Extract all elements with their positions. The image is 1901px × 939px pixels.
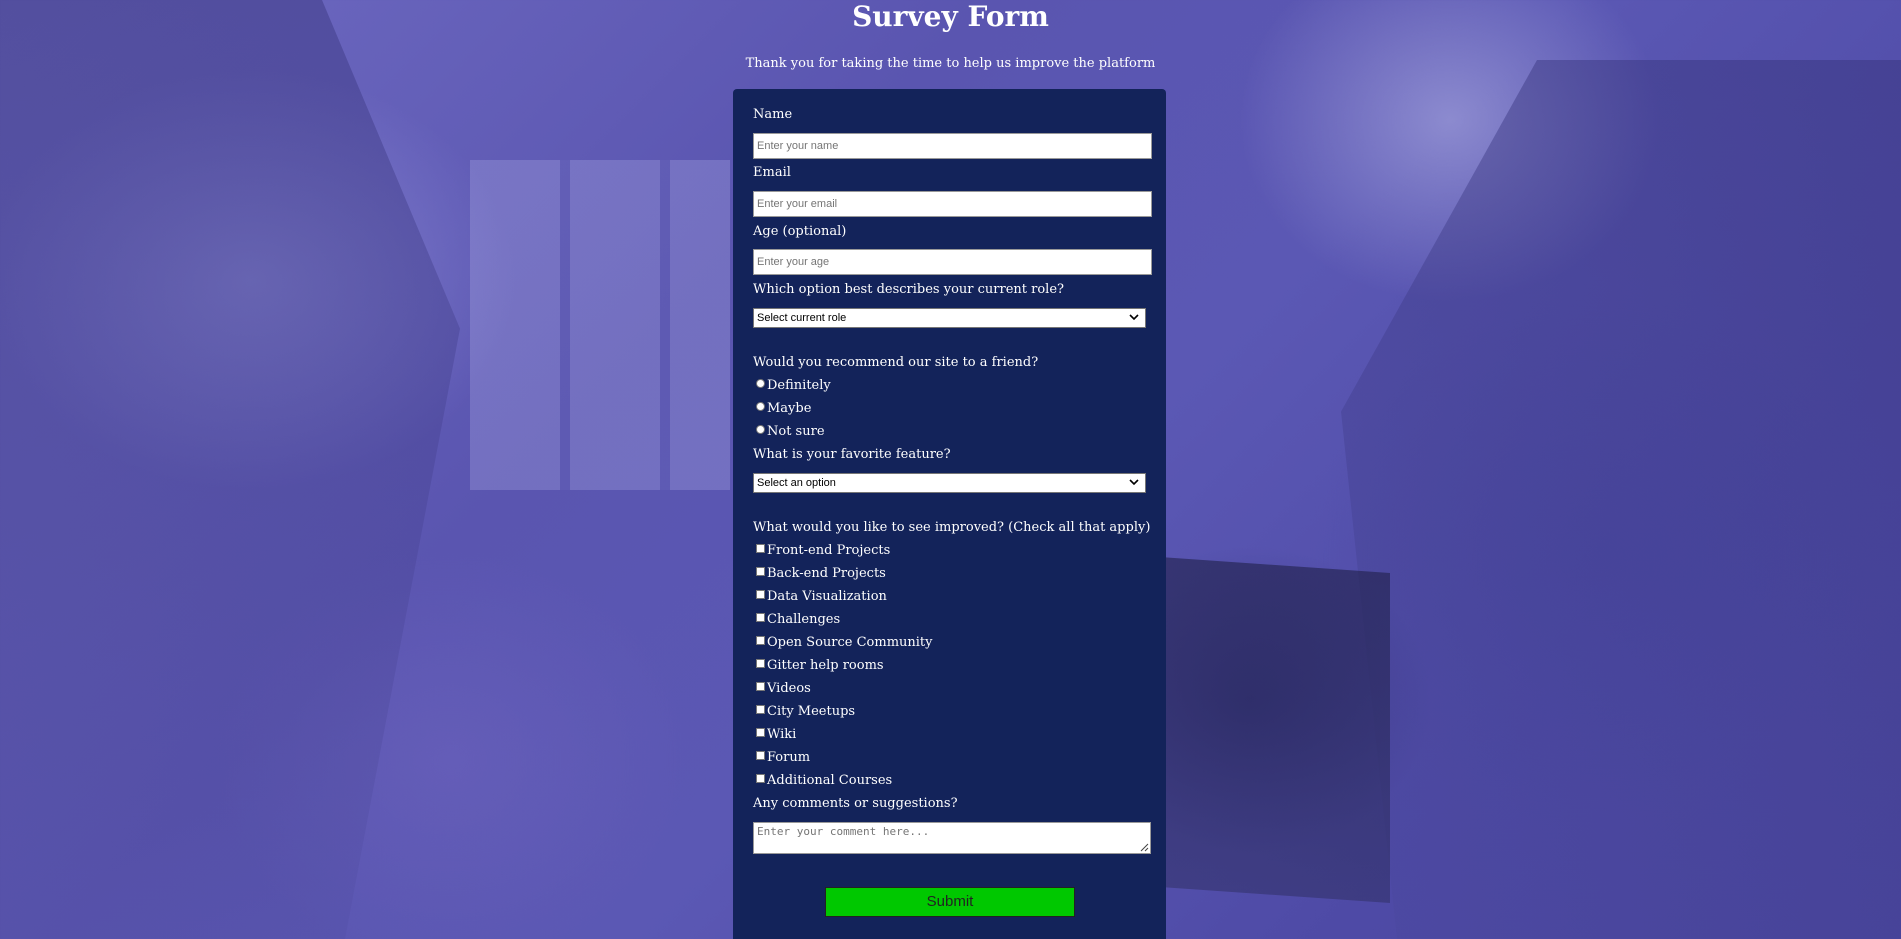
recommend-option-label: Not sure (767, 424, 825, 439)
name-input[interactable] (753, 133, 1152, 159)
comments-label: Any comments or suggestions? (753, 796, 958, 811)
checkbox[interactable] (756, 682, 765, 691)
recommend-option-definitely[interactable]: Definitely (753, 378, 831, 396)
background-photo-person-right (1341, 60, 1901, 939)
radio-button[interactable] (756, 425, 765, 434)
recommend-option-maybe[interactable]: Maybe (753, 401, 811, 419)
background-photo-laptop (1160, 556, 1390, 904)
recommend-option-label: Definitely (767, 378, 831, 393)
feature-select[interactable]: Select an option (753, 473, 1146, 493)
checkbox[interactable] (756, 774, 765, 783)
improve-option-label: Additional Courses (767, 773, 893, 788)
improve-option[interactable]: Data Visualization (753, 589, 887, 607)
improve-option-label: Open Source Community (767, 635, 933, 650)
recommend-option-not-sure[interactable]: Not sure (753, 424, 825, 442)
improve-option[interactable]: Challenges (753, 612, 840, 630)
improve-option[interactable]: City Meetups (753, 704, 855, 722)
improve-label: What would you like to see improved? (Ch… (753, 520, 1151, 535)
improve-option-label: City Meetups (767, 704, 856, 719)
checkbox[interactable] (756, 728, 765, 737)
improve-option[interactable]: Videos (753, 681, 811, 699)
feature-label: What is your favorite feature? (753, 447, 951, 462)
improve-option[interactable]: Front-end Projects (753, 543, 890, 561)
improve-option[interactable]: Back-end Projects (753, 566, 886, 584)
feature-select-value: Select an option (757, 477, 836, 489)
improve-option[interactable]: Forum (753, 750, 810, 768)
radio-button[interactable] (756, 379, 765, 388)
age-input[interactable] (753, 249, 1152, 275)
checkbox[interactable] (756, 636, 765, 645)
recommend-label: Would you recommend our site to a friend… (753, 355, 1039, 370)
age-label: Age (optional) (753, 224, 847, 239)
checkbox[interactable] (756, 751, 765, 760)
improve-option-label: Front-end Projects (767, 543, 891, 558)
survey-form: Name Email Age (optional) Which option b… (733, 89, 1166, 939)
chevron-down-icon (1129, 479, 1139, 486)
checkbox[interactable] (756, 659, 765, 668)
role-select-value: Select current role (757, 312, 847, 324)
chevron-down-icon (1129, 314, 1139, 321)
resize-grip-icon[interactable] (1140, 843, 1149, 852)
submit-button[interactable]: Submit (825, 887, 1075, 917)
background-photo-window (470, 160, 730, 490)
role-select[interactable]: Select current role (753, 308, 1146, 328)
improve-option[interactable]: Additional Courses (753, 773, 892, 791)
recommend-option-label: Maybe (767, 401, 812, 416)
improve-option[interactable]: Gitter help rooms (753, 658, 884, 676)
checkbox[interactable] (756, 544, 765, 553)
email-input[interactable] (753, 191, 1152, 217)
comments-placeholder: Enter your comment here... (757, 825, 930, 838)
improve-option-label: Data Visualization (767, 589, 887, 604)
checkbox[interactable] (756, 590, 765, 599)
improve-option-label: Back-end Projects (767, 566, 886, 581)
comments-textarea[interactable]: Enter your comment here... (753, 822, 1151, 854)
page-description: Thank you for taking the time to help us… (745, 56, 1156, 71)
email-label: Email (753, 165, 791, 180)
improve-option-label: Challenges (767, 612, 841, 627)
background-photo-person-left (0, 0, 460, 939)
improve-option[interactable]: Open Source Community (753, 635, 933, 653)
checkbox[interactable] (756, 705, 765, 714)
role-label: Which option best describes your current… (753, 282, 1064, 297)
checkbox[interactable] (756, 567, 765, 576)
name-label: Name (753, 107, 793, 122)
radio-button[interactable] (756, 402, 765, 411)
improve-option[interactable]: Wiki (753, 727, 796, 745)
page-title: Survey Form (852, 0, 1049, 33)
improve-option-label: Wiki (767, 727, 797, 742)
improve-option-label: Gitter help rooms (767, 658, 884, 673)
improve-option-label: Forum (767, 750, 811, 765)
checkbox[interactable] (756, 613, 765, 622)
improve-option-label: Videos (767, 681, 811, 696)
